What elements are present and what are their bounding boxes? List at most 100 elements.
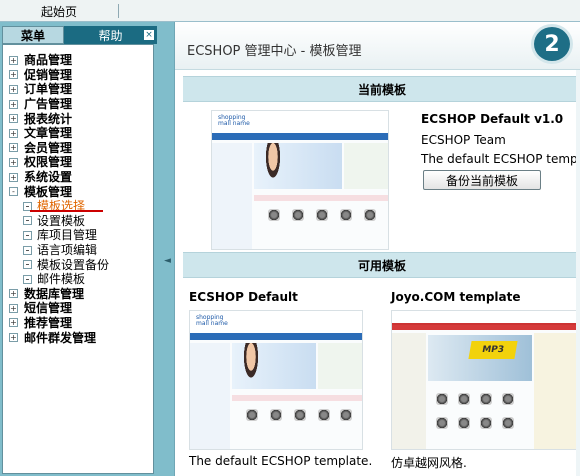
thumb-product-image: [480, 417, 492, 429]
menu-item[interactable]: + 会员管理: [3, 141, 153, 156]
menu-item[interactable]: + 系统设置: [3, 170, 153, 185]
left-panel: 菜单 帮助 × + 商品管理 + 促销管理 + 订单管理 + 广告管理 + 报表统计 + 文章管理 + 会…: [0, 22, 160, 476]
thumb-bag-image: [340, 209, 352, 221]
menu-item[interactable]: + 权限管理: [3, 155, 153, 170]
current-template-author: ECSHOP Team: [421, 133, 506, 147]
menu-item-label: 报表统计: [24, 111, 73, 126]
submenu-item[interactable]: 库项目管理: [3, 228, 153, 243]
thumb-row: [254, 195, 388, 201]
thumb-header: [392, 311, 576, 325]
menu-item[interactable]: + 报表统计: [3, 111, 153, 126]
available-templates-heading: 可用模板: [183, 252, 580, 278]
expand-icon[interactable]: +: [9, 114, 18, 124]
submenu-bullet-icon: [23, 274, 32, 284]
expand-icon[interactable]: +: [9, 289, 18, 299]
thumb-bag-image: [316, 209, 328, 221]
menu-item-label: 广告管理: [24, 97, 73, 112]
backup-current-template-button[interactable]: 备份当前模板: [423, 170, 541, 190]
thumb-nav: [392, 325, 576, 330]
thumb-side-panel: [344, 143, 388, 189]
main-content: ECSHOP 管理中心 - 模板管理 2 当前模板 shopping mall …: [174, 22, 580, 476]
page-title: ECSHOP 管理中心 - 模板管理: [187, 44, 362, 59]
active-item-underline: [30, 210, 103, 212]
template-thumbnail-joyo[interactable]: MP3: [391, 310, 577, 450]
thumb-bag-image: [364, 209, 376, 221]
submenu-item[interactable]: 邮件模板: [3, 272, 153, 287]
menu-item-label: 会员管理: [24, 140, 73, 155]
menu-item[interactable]: + 邮件群发管理: [3, 330, 153, 345]
menu-item[interactable]: + 短信管理: [3, 301, 153, 316]
current-template-desc: The default ECSHOP template.: [421, 152, 580, 166]
current-template-thumbnail: shopping mall name: [211, 110, 389, 250]
template-desc: The default ECSHOP template.: [189, 454, 373, 468]
thumb-mp3-banner: MP3: [468, 341, 518, 359]
menu-item-label: 系统设置: [24, 170, 73, 185]
submenu-bullet-icon: [23, 216, 32, 226]
menu-item-label: 短信管理: [24, 301, 73, 316]
menu-item-label: 促销管理: [24, 67, 73, 82]
submenu-item[interactable]: 设置模板: [3, 214, 153, 229]
menu-item[interactable]: + 广告管理: [3, 97, 153, 112]
thumb-bag-image: [340, 409, 352, 421]
start-page-tab[interactable]: 起始页: [0, 0, 118, 22]
expand-icon[interactable]: +: [9, 99, 18, 109]
menu-item[interactable]: - 模板管理: [3, 184, 153, 199]
expand-icon[interactable]: +: [9, 84, 18, 94]
menu-item[interactable]: + 数据库管理: [3, 287, 153, 302]
template-desc: 仿卓越网风格.: [391, 456, 467, 470]
expand-icon[interactable]: +: [9, 55, 18, 65]
current-template-name: ECSHOP Default v1.0: [421, 112, 564, 126]
submenu-item[interactable]: 语言项编辑: [3, 243, 153, 258]
topbar-separator: [118, 4, 119, 18]
expand-icon[interactable]: +: [9, 157, 18, 167]
menu-item[interactable]: + 商品管理: [3, 53, 153, 68]
expand-icon[interactable]: +: [9, 318, 18, 328]
menu-item[interactable]: + 文章管理: [3, 126, 153, 141]
menu-tree: + 商品管理 + 促销管理 + 订单管理 + 广告管理 + 报表统计 + 文章管理 + 会员管理 + 权限管理…: [2, 44, 154, 474]
submenu-item[interactable]: 模板设置备份: [3, 257, 153, 272]
thumb-model-image: [262, 143, 284, 189]
expand-icon[interactable]: +: [9, 303, 18, 313]
thumb-nav: [190, 333, 362, 340]
left-tabs: 菜单 帮助 ×: [2, 26, 157, 44]
submenu-bullet-icon: [23, 260, 32, 270]
step-badge: 2: [531, 24, 573, 64]
thumb-bag-image: [268, 209, 280, 221]
current-template-heading: 当前模板: [183, 76, 580, 102]
menu-item[interactable]: + 推荐管理: [3, 316, 153, 331]
top-bar: 起始页: [0, 0, 580, 22]
scrollbar[interactable]: [576, 70, 580, 476]
menu-item-label: 数据库管理: [24, 286, 85, 301]
thumb-bag-image: [270, 409, 282, 421]
expand-icon[interactable]: +: [9, 143, 18, 153]
menu-list: + 商品管理 + 促销管理 + 订单管理 + 广告管理 + 报表统计 + 文章管理 + 会员管理 + 权限管理…: [3, 45, 153, 345]
expand-icon[interactable]: +: [9, 70, 18, 80]
panel-splitter[interactable]: ◄: [160, 22, 174, 476]
collapse-arrow-icon[interactable]: ◄: [164, 256, 171, 266]
thumb-row: [232, 395, 362, 401]
thumb-sidebar: [212, 143, 252, 249]
thumb-sidebar: [190, 343, 230, 449]
thumb-product-image: [502, 417, 514, 429]
menu-item-label: 文章管理: [24, 126, 73, 141]
submenu-item-label: 模板设置备份: [37, 257, 110, 272]
close-icon[interactable]: ×: [143, 29, 155, 41]
thumb-product-image: [458, 393, 470, 405]
thumb-bag-image: [292, 209, 304, 221]
tab-menu[interactable]: 菜单: [2, 26, 64, 44]
thumb-side-panel: [534, 333, 576, 449]
thumb-model-image: [240, 343, 262, 389]
page-header: ECSHOP 管理中心 - 模板管理 2: [175, 22, 580, 70]
thumb-bag-image: [294, 409, 306, 421]
expand-icon[interactable]: +: [9, 172, 18, 182]
thumb-side-panel: [318, 343, 362, 389]
menu-item[interactable]: + 订单管理: [3, 82, 153, 97]
submenu-bullet-icon: [23, 245, 32, 255]
menu-item[interactable]: + 促销管理: [3, 68, 153, 83]
collapse-icon[interactable]: -: [9, 187, 18, 197]
thumb-product-image: [458, 417, 470, 429]
expand-icon[interactable]: +: [9, 128, 18, 138]
expand-icon[interactable]: +: [9, 333, 18, 343]
submenu-item-label: 库项目管理: [37, 228, 98, 243]
template-thumbnail-ecshop-default[interactable]: shopping mall name: [189, 310, 363, 450]
